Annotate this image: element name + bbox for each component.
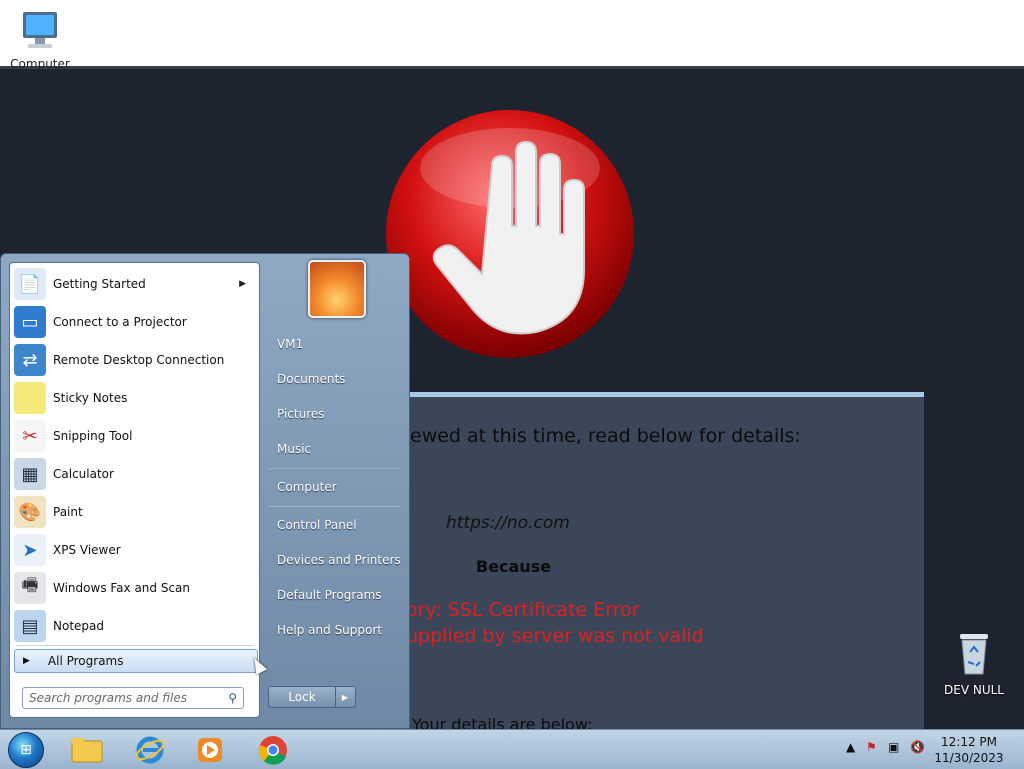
taskbar-internet-explorer[interactable] bbox=[133, 733, 167, 767]
program-sticky-notes[interactable]: Sticky Notes bbox=[14, 380, 254, 416]
desktop-icon-computer[interactable]: Computer bbox=[8, 10, 72, 71]
windows-logo-icon: ⊞ bbox=[20, 742, 32, 758]
programs-separator bbox=[16, 645, 254, 646]
getting-started-icon: 📄 bbox=[14, 268, 46, 300]
program-label: Snipping Tool bbox=[53, 429, 133, 443]
paint-icon: 🎨 bbox=[14, 496, 46, 528]
chrome-icon bbox=[258, 736, 287, 765]
internet-explorer-icon bbox=[135, 736, 165, 764]
lock-button-group: Lock ▶ bbox=[268, 686, 356, 708]
clock-date: 11/30/2023 bbox=[934, 751, 1004, 765]
explorer-icon bbox=[71, 738, 103, 763]
shutdown-options-arrow-icon[interactable]: ▶ bbox=[335, 687, 355, 707]
program-label: XPS Viewer bbox=[53, 543, 121, 557]
program-label: Windows Fax and Scan bbox=[53, 581, 191, 595]
expand-arrow-icon: ▶ bbox=[23, 656, 30, 666]
program-label: Notepad bbox=[53, 619, 104, 633]
start-link-music[interactable]: Music bbox=[277, 442, 311, 456]
projector-icon: ▭ bbox=[14, 306, 46, 338]
calculator-icon: ▦ bbox=[14, 458, 46, 490]
desktop-icon-label: Computer bbox=[10, 57, 70, 71]
top-window-strip bbox=[0, 0, 1024, 69]
start-link-documents[interactable]: Documents bbox=[277, 372, 345, 386]
remote-desktop-icon: ⇄ bbox=[14, 344, 46, 376]
program-label: Sticky Notes bbox=[53, 391, 128, 405]
show-hidden-icons-icon[interactable]: ▲ bbox=[846, 740, 855, 754]
search-programs-input[interactable]: Search programs and files ⚲ bbox=[22, 687, 244, 709]
network-icon[interactable]: ▣ bbox=[888, 740, 899, 754]
block-message: ewed at this time, read below for detail… bbox=[410, 425, 801, 447]
start-button[interactable]: ⊞ bbox=[8, 732, 44, 768]
volume-muted-icon[interactable]: 🔇 bbox=[910, 740, 925, 754]
desktop-icon-recycle-bin[interactable]: DEV NULL bbox=[942, 630, 1006, 697]
program-xps-viewer[interactable]: ➤ XPS Viewer bbox=[14, 532, 254, 568]
submenu-arrow-icon: ▶ bbox=[239, 279, 246, 289]
start-link-default-programs[interactable]: Default Programs bbox=[277, 588, 382, 602]
right-separator bbox=[269, 468, 401, 469]
lock-button[interactable]: Lock bbox=[269, 687, 336, 707]
all-programs-button[interactable]: ▶ All Programs bbox=[14, 649, 258, 673]
system-tray: ▲ ⚑ ▣ 🔇 12:12 PM 11/30/2023 bbox=[824, 730, 1024, 769]
recycle-bin-icon bbox=[960, 634, 988, 675]
user-avatar[interactable] bbox=[308, 260, 366, 318]
program-label: Paint bbox=[53, 505, 83, 519]
program-getting-started[interactable]: 📄 Getting Started ▶ bbox=[14, 266, 254, 302]
start-menu-programs-pane: 📄 Getting Started ▶ ▭ Connect to a Proje… bbox=[9, 262, 260, 718]
block-hand-icon bbox=[386, 110, 634, 358]
program-remote-desktop[interactable]: ⇄ Remote Desktop Connection bbox=[14, 342, 254, 378]
search-icon[interactable]: ⚲ bbox=[228, 691, 237, 705]
start-link-devices-printers[interactable]: Devices and Printers bbox=[277, 553, 401, 567]
computer-icon bbox=[23, 12, 57, 48]
right-separator bbox=[269, 506, 401, 507]
start-link-help-support[interactable]: Help and Support bbox=[277, 623, 382, 637]
program-label: Connect to a Projector bbox=[53, 315, 187, 329]
program-label: Calculator bbox=[53, 467, 114, 481]
taskbar-explorer[interactable] bbox=[70, 733, 104, 767]
xps-viewer-icon: ➤ bbox=[14, 534, 46, 566]
block-details-panel: ewed at this time, read below for detail… bbox=[396, 392, 924, 737]
start-link-pictures[interactable]: Pictures bbox=[277, 407, 325, 421]
clock[interactable]: 12:12 PM 11/30/2023 bbox=[934, 734, 1004, 766]
taskbar: ⊞ ▲ ⚑ ▣ 🔇 12:12 PM 11/30/2023 bbox=[0, 729, 1024, 769]
taskbar-chrome[interactable] bbox=[256, 733, 290, 767]
taskbar-media-player[interactable] bbox=[193, 733, 227, 767]
action-center-flag-icon[interactable]: ⚑ bbox=[866, 740, 877, 754]
all-programs-label: All Programs bbox=[47, 654, 124, 668]
desktop-icon-label: DEV NULL bbox=[944, 683, 1004, 697]
block-reason: upplied by server was not valid bbox=[406, 625, 704, 647]
start-link-vm1[interactable]: VM1 bbox=[277, 337, 303, 351]
fax-scan-icon: 🖷 bbox=[14, 572, 46, 604]
notepad-icon: ▤ bbox=[14, 610, 46, 642]
blocked-url: https://no.com bbox=[446, 513, 570, 533]
program-label: Remote Desktop Connection bbox=[53, 353, 225, 367]
program-connect-projector[interactable]: ▭ Connect to a Projector bbox=[14, 304, 254, 340]
snipping-tool-icon: ✂ bbox=[14, 420, 46, 452]
media-player-icon bbox=[198, 738, 222, 762]
program-snipping-tool[interactable]: ✂ Snipping Tool bbox=[14, 418, 254, 454]
clock-time: 12:12 PM bbox=[941, 735, 997, 749]
search-placeholder: Search programs and files bbox=[29, 691, 187, 705]
program-notepad[interactable]: ▤ Notepad bbox=[14, 608, 254, 644]
sticky-notes-icon bbox=[14, 382, 46, 414]
program-label: Getting Started bbox=[53, 277, 146, 291]
block-category: ory: SSL Certificate Error bbox=[406, 599, 640, 621]
start-menu: 📄 Getting Started ▶ ▭ Connect to a Proje… bbox=[0, 253, 410, 729]
start-link-computer[interactable]: Computer bbox=[277, 480, 337, 494]
program-paint[interactable]: 🎨 Paint bbox=[14, 494, 254, 530]
start-link-control-panel[interactable]: Control Panel bbox=[277, 518, 357, 532]
program-calculator[interactable]: ▦ Calculator bbox=[14, 456, 254, 492]
program-fax-scan[interactable]: 🖷 Windows Fax and Scan bbox=[14, 570, 254, 606]
because-label: Because bbox=[476, 557, 552, 576]
